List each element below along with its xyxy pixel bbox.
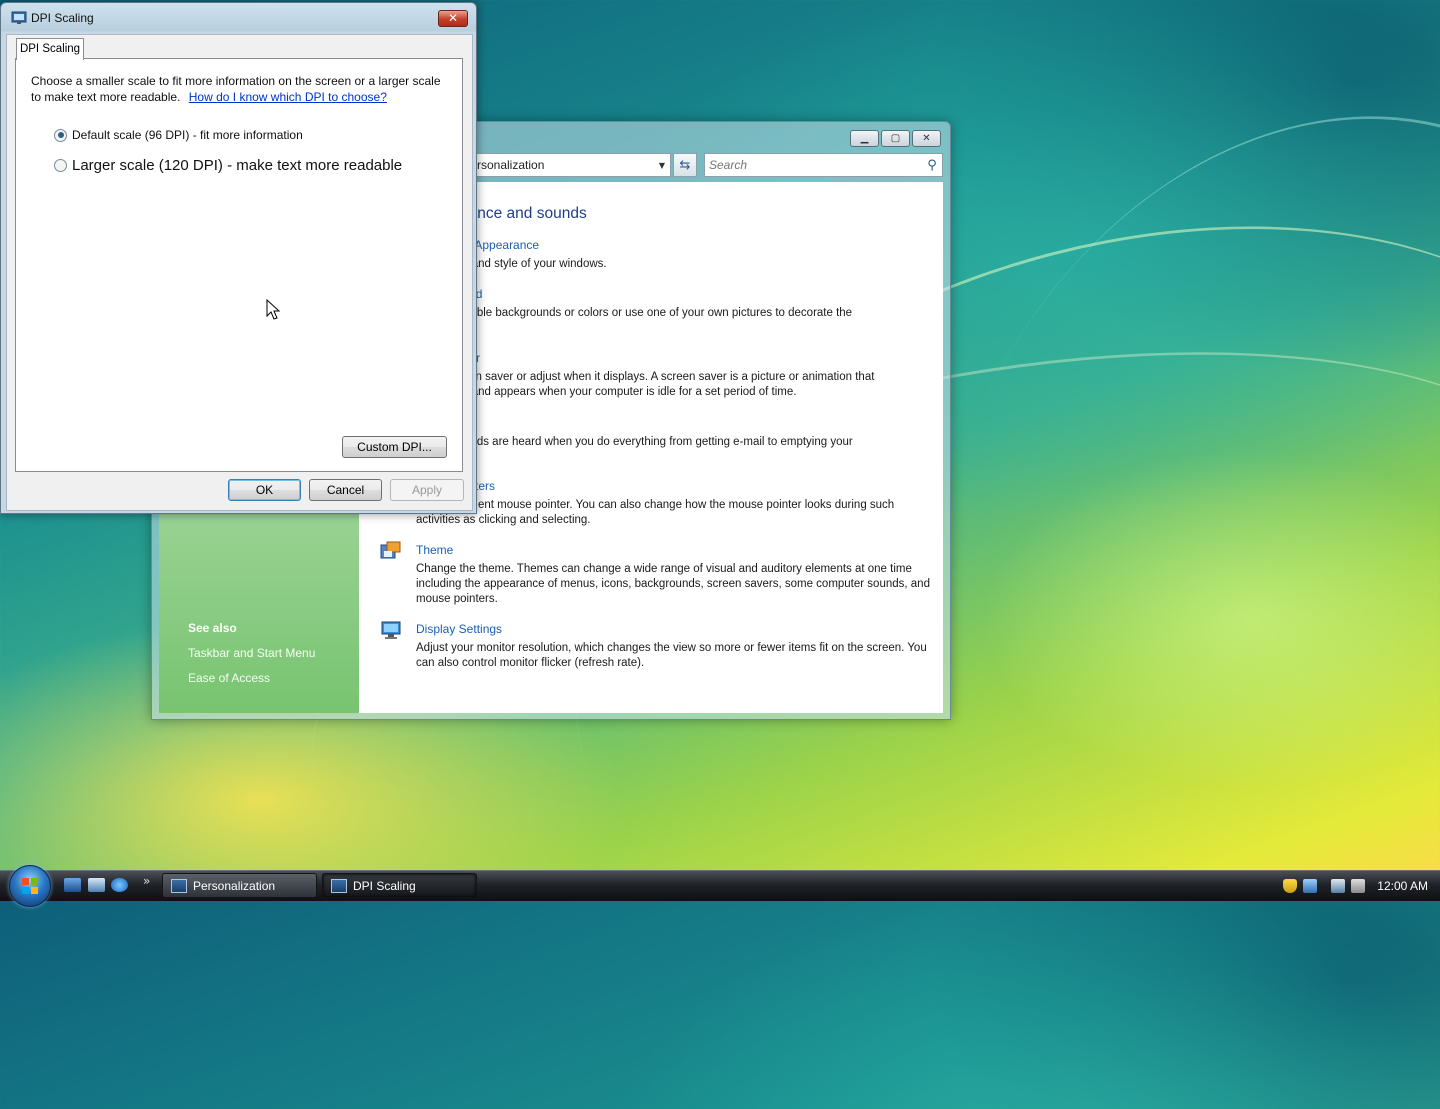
start-button[interactable] xyxy=(9,865,51,907)
dpi-scaling-app-icon xyxy=(11,11,27,24)
task-link[interactable]: ckground xyxy=(433,287,936,301)
link-ease-of-access[interactable]: Ease of Access xyxy=(188,671,270,685)
windows-sidebar-icon[interactable] xyxy=(1303,879,1318,893)
security-shield-icon[interactable] xyxy=(1283,879,1298,893)
refresh-icon: ⇆ xyxy=(679,157,691,173)
help-link[interactable]: How do I know which DPI to choose? xyxy=(189,90,387,104)
close-button[interactable]: ✕ xyxy=(912,130,941,147)
monitor-icon xyxy=(381,621,401,639)
task-sounds: ich sounds are heard when you do everyth… xyxy=(416,430,936,450)
window-controls: ▁ ▢ ✕ xyxy=(850,130,941,147)
link-taskbar-start-menu[interactable]: Taskbar and Start Menu xyxy=(188,646,315,660)
network-icon[interactable] xyxy=(1331,879,1346,893)
quick-launch-overflow-icon[interactable]: » xyxy=(143,874,150,888)
option-label: Larger scale (120 DPI) - make text more … xyxy=(72,157,403,174)
task-link[interactable]: ters xyxy=(475,479,936,493)
show-desktop-icon[interactable] xyxy=(64,878,81,892)
task-link[interactable]: lor and Appearance xyxy=(435,238,936,252)
system-tray: 12:00 AM xyxy=(1283,871,1440,901)
dialog-close-button[interactable]: ✕ xyxy=(438,10,468,27)
cancel-button[interactable]: Cancel xyxy=(309,479,382,501)
dpi-scaling-dialog: DPI Scaling ✕ DPI Scaling Choose a small… xyxy=(0,2,477,514)
apply-button[interactable]: Apply xyxy=(390,479,464,501)
close-icon: ✕ xyxy=(922,132,931,144)
internet-explorer-icon[interactable] xyxy=(111,878,128,892)
dialog-title: DPI Scaling xyxy=(31,11,94,25)
task-description: ent mouse pointer. You can also change h… xyxy=(416,499,895,526)
intro-text: Choose a smaller scale to fit more infor… xyxy=(31,74,451,105)
minimize-icon: ▁ xyxy=(860,132,869,144)
task-description: e color and style of your windows. xyxy=(434,258,607,270)
close-icon: ✕ xyxy=(447,11,459,25)
task-link[interactable]: Display Settings xyxy=(416,622,936,636)
clock[interactable]: 12:00 AM xyxy=(1377,879,1428,893)
task-description: Adjust your monitor resolution, which ch… xyxy=(416,642,927,669)
mouse-cursor-icon xyxy=(266,299,281,320)
task-link[interactable]: Theme xyxy=(416,543,936,557)
tab-dpi-scaling[interactable]: DPI Scaling xyxy=(16,38,84,60)
task-screen-saver: r ur screen saver or adjust when it disp… xyxy=(416,351,936,400)
task-description: Change the theme. Themes can change a wi… xyxy=(416,563,930,605)
task-color-appearance: lor and Appearance e color and style of … xyxy=(416,238,936,272)
task-link[interactable]: r xyxy=(476,351,936,365)
windows-logo-icon xyxy=(22,878,38,894)
radio-larger-scale[interactable] xyxy=(54,159,67,172)
address-text: rsonalization xyxy=(477,158,545,172)
radio-default-scale[interactable] xyxy=(54,128,67,142)
option-label: Default scale (96 DPI) - fit more inform… xyxy=(72,128,303,142)
custom-dpi-button[interactable]: Custom DPI... xyxy=(342,436,447,458)
taskbar-button-personalization[interactable]: Personalization xyxy=(162,873,317,898)
theme-icon xyxy=(380,541,401,559)
task-description: m available backgrounds or colors or use… xyxy=(434,307,853,319)
chevron-down-icon[interactable]: ▼ xyxy=(654,161,670,170)
see-also-heading: See also xyxy=(188,621,237,635)
maximize-button[interactable]: ▢ xyxy=(881,130,910,147)
address-bar[interactable]: rsonalization ▼ xyxy=(452,153,671,177)
personalization-icon xyxy=(171,878,187,893)
refresh-button[interactable]: ⇆ xyxy=(673,153,697,177)
search-input[interactable] xyxy=(705,157,922,173)
taskbar: » Personalization DPI Scaling 12:00 AM xyxy=(0,865,1440,907)
task-desktop-background: ckground m available backgrounds or colo… xyxy=(416,287,936,321)
task-theme: Theme Change the theme. Themes can chang… xyxy=(380,541,936,607)
volume-muted-icon[interactable] xyxy=(1351,879,1366,893)
task-description: ur screen saver or adjust when it displa… xyxy=(434,371,875,398)
task-mouse-pointers: ters ent mouse pointer. You can also cha… xyxy=(416,479,936,528)
option-larger-scale[interactable]: Larger scale (120 DPI) - make text more … xyxy=(54,157,402,174)
switch-windows-icon[interactable] xyxy=(88,878,105,892)
taskbar-button-dpi-scaling[interactable]: DPI Scaling xyxy=(322,873,477,898)
search-box[interactable]: ⚲ xyxy=(704,153,943,177)
dpi-scaling-icon xyxy=(331,878,347,893)
ok-button[interactable]: OK xyxy=(228,479,301,501)
task-description: ich sounds are heard when you do everyth… xyxy=(434,436,853,448)
taskbar-button-label: DPI Scaling xyxy=(353,878,416,893)
search-icon[interactable]: ⚲ xyxy=(922,158,942,173)
task-display-settings: Display Settings Adjust your monitor res… xyxy=(381,621,936,671)
maximize-icon: ▢ xyxy=(890,132,901,144)
option-default-scale[interactable]: Default scale (96 DPI) - fit more inform… xyxy=(54,128,303,142)
taskbar-button-label: Personalization xyxy=(193,878,276,893)
tab-panel: Choose a smaller scale to fit more infor… xyxy=(15,58,463,472)
dialog-body: DPI Scaling Choose a smaller scale to fi… xyxy=(6,34,473,511)
minimize-button[interactable]: ▁ xyxy=(850,130,879,147)
